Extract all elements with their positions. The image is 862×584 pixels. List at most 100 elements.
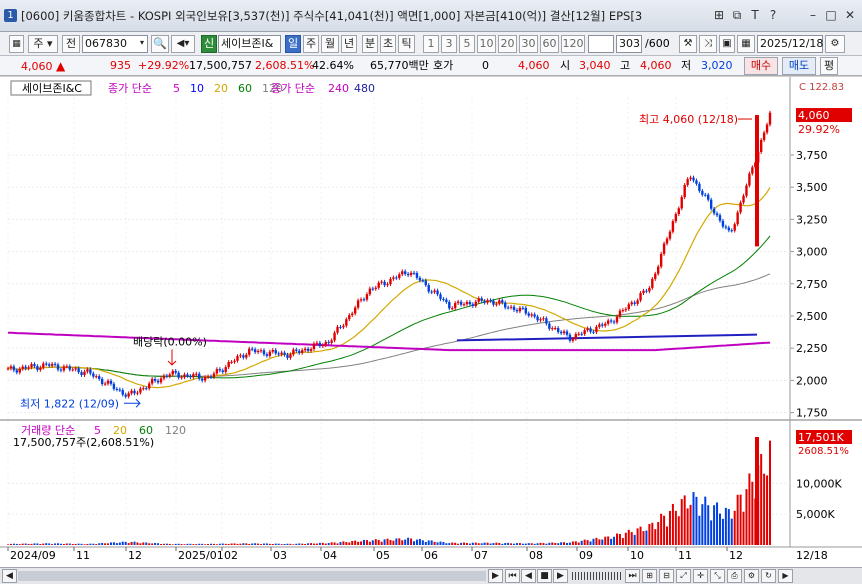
tab-second[interactable]: 초 xyxy=(380,35,396,53)
scroll-left-button[interactable]: ◀ xyxy=(2,569,17,583)
candle-body xyxy=(271,349,274,352)
buy-button[interactable]: 매수 xyxy=(744,57,778,75)
candle-body xyxy=(707,194,710,200)
print-icon[interactable]: ⎙ xyxy=(727,569,742,583)
volume-bar xyxy=(386,538,389,545)
interval-custom-input[interactable] xyxy=(588,35,614,53)
candle-body xyxy=(645,290,648,292)
candle-body xyxy=(662,243,666,254)
minimize-button[interactable]: – xyxy=(806,7,820,23)
tool-icon[interactable]: ⚒ xyxy=(679,35,697,53)
candle-body xyxy=(53,363,57,365)
candle-body xyxy=(474,301,477,306)
chevron-down-icon[interactable]: ▾ xyxy=(136,35,148,53)
help-icon[interactable]: ? xyxy=(766,7,780,23)
period-type-select[interactable]: 주 ▾ xyxy=(28,35,58,53)
scroll-end-icon[interactable]: ▶ xyxy=(778,569,793,583)
volume-bar xyxy=(39,543,42,545)
candle-body xyxy=(348,315,351,320)
candle-body xyxy=(383,281,386,286)
volume-bar xyxy=(583,539,586,545)
chart-scrollbar[interactable]: ◀ ▶ ⏮ ◀ ■ ▶ ⏭ ⊞ ⊟ ⤢ ✛ ⤡ ⎙ ⚙ ↻ ▶ xyxy=(0,567,862,584)
sell-button[interactable]: 매도 xyxy=(782,57,816,75)
interval-10[interactable]: 10 xyxy=(477,35,496,53)
date-axis-label: 08 xyxy=(529,549,543,562)
interval-3[interactable]: 3 xyxy=(441,35,457,53)
candle-body xyxy=(30,364,33,368)
volume-bar xyxy=(474,542,477,545)
price-tag-label: 4,060 xyxy=(798,109,830,122)
zoom-slider[interactable] xyxy=(572,572,622,580)
save-icon[interactable]: ▣ xyxy=(719,35,735,53)
grid-icon[interactable]: ▦ xyxy=(9,35,24,53)
candle-body xyxy=(504,302,507,308)
candle-body xyxy=(509,306,513,308)
candle-body xyxy=(571,338,575,341)
tab-week[interactable]: 주 xyxy=(303,35,319,53)
candle-body xyxy=(415,273,419,278)
candle-body xyxy=(480,298,483,301)
crosshair-icon[interactable]: ✛ xyxy=(693,569,708,583)
volume-bar xyxy=(663,515,666,545)
new-button[interactable]: 신 xyxy=(201,35,217,53)
refresh-icon[interactable]: ↻ xyxy=(761,569,776,583)
zoom-out-icon[interactable]: ⊟ xyxy=(659,569,674,583)
fit-icon[interactable]: ⤢ xyxy=(676,569,691,583)
next-button[interactable]: ▶ xyxy=(553,569,568,583)
interval-30[interactable]: 30 xyxy=(519,35,538,53)
volume-bar xyxy=(666,526,669,545)
maximize-button[interactable]: □ xyxy=(824,7,838,23)
config-icon[interactable]: ⚙ xyxy=(744,569,759,583)
text-icon[interactable]: T xyxy=(748,7,762,23)
candle-body xyxy=(39,367,42,370)
stock-name-field[interactable]: 세이브존I& xyxy=(218,35,281,53)
tab-tick[interactable]: 틱 xyxy=(398,35,415,53)
all-button[interactable]: 전 xyxy=(62,35,80,53)
tab-day[interactable]: 일 xyxy=(285,35,301,53)
volume-bar xyxy=(171,544,174,545)
candle-body xyxy=(159,378,163,383)
volume-bar xyxy=(336,543,339,545)
candle-body xyxy=(674,214,678,222)
sound-icon[interactable]: ◀▾ xyxy=(171,35,195,53)
price-chart[interactable]: 3,750 3,500 3,250 3,000 2,750 2,500 2,250 2,000… xyxy=(0,77,862,567)
interval-5[interactable]: 5 xyxy=(459,35,475,53)
candle-body xyxy=(751,167,754,174)
first-page-button[interactable]: ⏮ xyxy=(505,569,520,583)
interval-120[interactable]: 120 xyxy=(561,35,585,53)
zoom-in-icon[interactable]: ⊞ xyxy=(642,569,657,583)
interval-1[interactable]: 1 xyxy=(423,35,439,53)
volume-bar xyxy=(755,437,759,545)
interval-20[interactable]: 20 xyxy=(498,35,517,53)
volume-bar xyxy=(271,544,274,545)
app-icon[interactable]: 1 xyxy=(4,9,17,22)
date-input[interactable]: 2025/12/18 xyxy=(757,35,823,53)
measure-icon[interactable]: ⤡ xyxy=(710,569,725,583)
tab-year[interactable]: 년 xyxy=(341,35,357,53)
candle-body xyxy=(301,350,304,353)
tab-month[interactable]: 월 xyxy=(321,35,339,53)
volume-bar xyxy=(739,494,742,545)
prev-button[interactable]: ◀ xyxy=(521,569,536,583)
volume-bar xyxy=(636,528,639,545)
interval-60[interactable]: 60 xyxy=(540,35,559,53)
eval-button[interactable]: 평 xyxy=(820,57,838,75)
tab-minute[interactable]: 분 xyxy=(362,35,378,53)
scroll-right-button[interactable]: ▶ xyxy=(488,569,503,583)
volume-bar xyxy=(124,541,127,545)
candle-body xyxy=(183,374,186,378)
search-icon[interactable]: 🔍 xyxy=(151,35,169,53)
close-button[interactable]: ✕ xyxy=(843,7,857,23)
calendar-icon[interactable]: ▦ xyxy=(737,35,755,53)
data-count-input[interactable]: 303 xyxy=(616,35,642,53)
scroll-track[interactable] xyxy=(18,571,486,581)
layout-icon[interactable]: ⊞ xyxy=(712,7,726,23)
compare-icon[interactable]: ⤨ xyxy=(699,35,717,53)
stop-button[interactable]: ■ xyxy=(537,569,552,583)
volume-bar xyxy=(151,543,154,545)
candle-body xyxy=(106,380,110,384)
restore-icon[interactable]: ⧉ xyxy=(730,7,744,23)
settings-icon[interactable]: ⚙ xyxy=(825,35,845,53)
last-page-button[interactable]: ⏭ xyxy=(625,569,640,583)
chart-area[interactable]: 3,750 3,500 3,250 3,000 2,750 2,500 2,250 2,000… xyxy=(0,77,862,567)
